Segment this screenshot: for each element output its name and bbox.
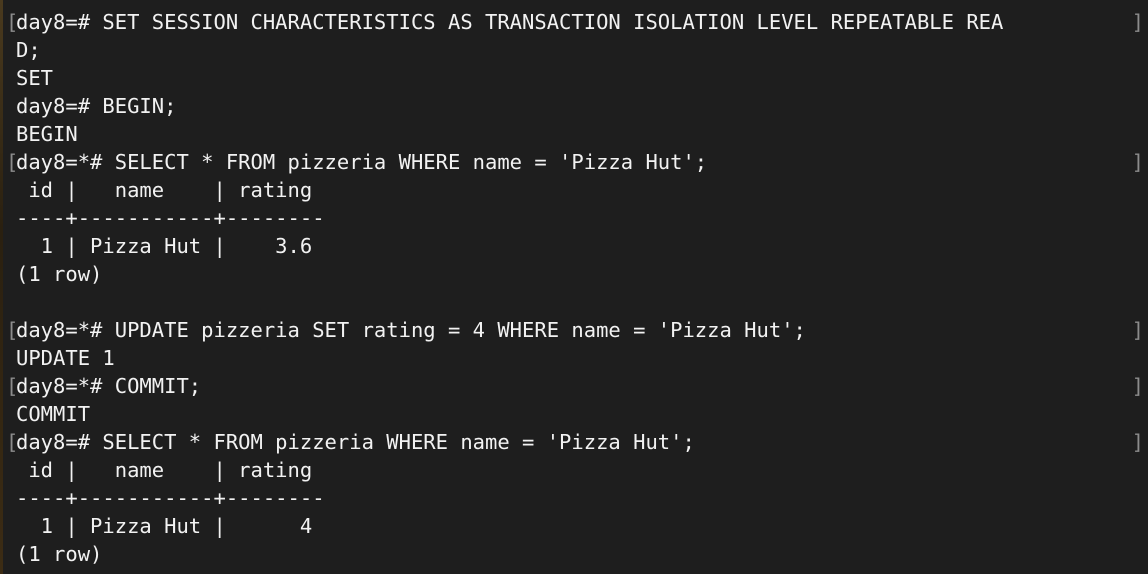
terminal-line-text: day8=*# UPDATE pizzeria SET rating = 4 W… (16, 318, 806, 342)
terminal-line-text: UPDATE 1 (16, 346, 115, 370)
selection-mark-close: ] (1131, 318, 1144, 342)
terminal-line-text: COMMIT (16, 402, 91, 426)
terminal-line: [day8=*# SELECT * FROM pizzeria WHERE na… (0, 148, 1148, 176)
terminal-line-text: day8=# SELECT * FROM pizzeria WHERE name… (16, 430, 695, 454)
terminal-line-text: ----+-----------+-------- (16, 206, 325, 230)
terminal-line-text: 1 | Pizza Hut | 4 (16, 514, 313, 538)
terminal-line: [day8=*# UPDATE pizzeria SET rating = 4 … (0, 316, 1148, 344)
terminal-line: 1 | Pizza Hut | 4 (0, 512, 1148, 540)
selection-mark-open: [ (6, 150, 19, 174)
terminal-line: [day8=# SELECT * FROM pizzeria WHERE nam… (0, 428, 1148, 456)
terminal-line-text: ----+-----------+-------- (16, 486, 325, 510)
terminal-line-text: BEGIN (16, 122, 78, 146)
terminal-line: (1 row) (0, 260, 1148, 288)
terminal-line-text: SET (16, 66, 54, 90)
terminal-line-text: (1 row) (16, 542, 103, 566)
selection-mark-open: [ (6, 318, 19, 342)
selection-mark-close: ] (1131, 374, 1144, 398)
terminal-line: 1 | Pizza Hut | 3.6 (0, 232, 1148, 260)
terminal-line-text: day8=*# SELECT * FROM pizzeria WHERE nam… (16, 150, 708, 174)
terminal-line: D; (0, 36, 1148, 64)
selection-mark-open: [ (6, 374, 19, 398)
terminal-line: id | name | rating (0, 176, 1148, 204)
terminal-line-text: id | name | rating (16, 178, 313, 202)
terminal-line-text: 1 | Pizza Hut | 3.6 (16, 234, 313, 258)
terminal-line: ----+-----------+-------- (0, 484, 1148, 512)
selection-mark-open: [ (6, 430, 19, 454)
selection-mark-close: ] (1131, 150, 1144, 174)
terminal-line: BEGIN (0, 120, 1148, 148)
terminal-line: COMMIT (0, 400, 1148, 428)
terminal-line: ----+-----------+-------- (0, 204, 1148, 232)
selection-mark-open: [ (6, 10, 19, 34)
terminal-line: (1 row) (0, 540, 1148, 568)
terminal-line: [day8=*# COMMIT;] (0, 372, 1148, 400)
terminal-line-text: (1 row) (16, 262, 103, 286)
terminal-line: UPDATE 1 (0, 344, 1148, 372)
terminal-line-text: D; (16, 38, 41, 62)
terminal-line: day8=# BEGIN; (0, 92, 1148, 120)
selection-mark-close: ] (1131, 10, 1144, 34)
terminal-output: [day8=# SET SESSION CHARACTERISTICS AS T… (0, 8, 1148, 568)
terminal-line-text: id | name | rating (16, 458, 313, 482)
selection-mark-close: ] (1131, 430, 1144, 454)
terminal-line-text: day8=# SET SESSION CHARACTERISTICS AS TR… (16, 10, 1004, 34)
terminal-line-text: day8=# BEGIN; (16, 94, 177, 118)
terminal-line-text: day8=*# COMMIT; (16, 374, 202, 398)
terminal-line: id | name | rating (0, 456, 1148, 484)
terminal-line: [day8=# SET SESSION CHARACTERISTICS AS T… (0, 8, 1148, 36)
terminal-line: SET (0, 64, 1148, 92)
terminal-window[interactable]: [day8=# SET SESSION CHARACTERISTICS AS T… (0, 0, 1148, 574)
